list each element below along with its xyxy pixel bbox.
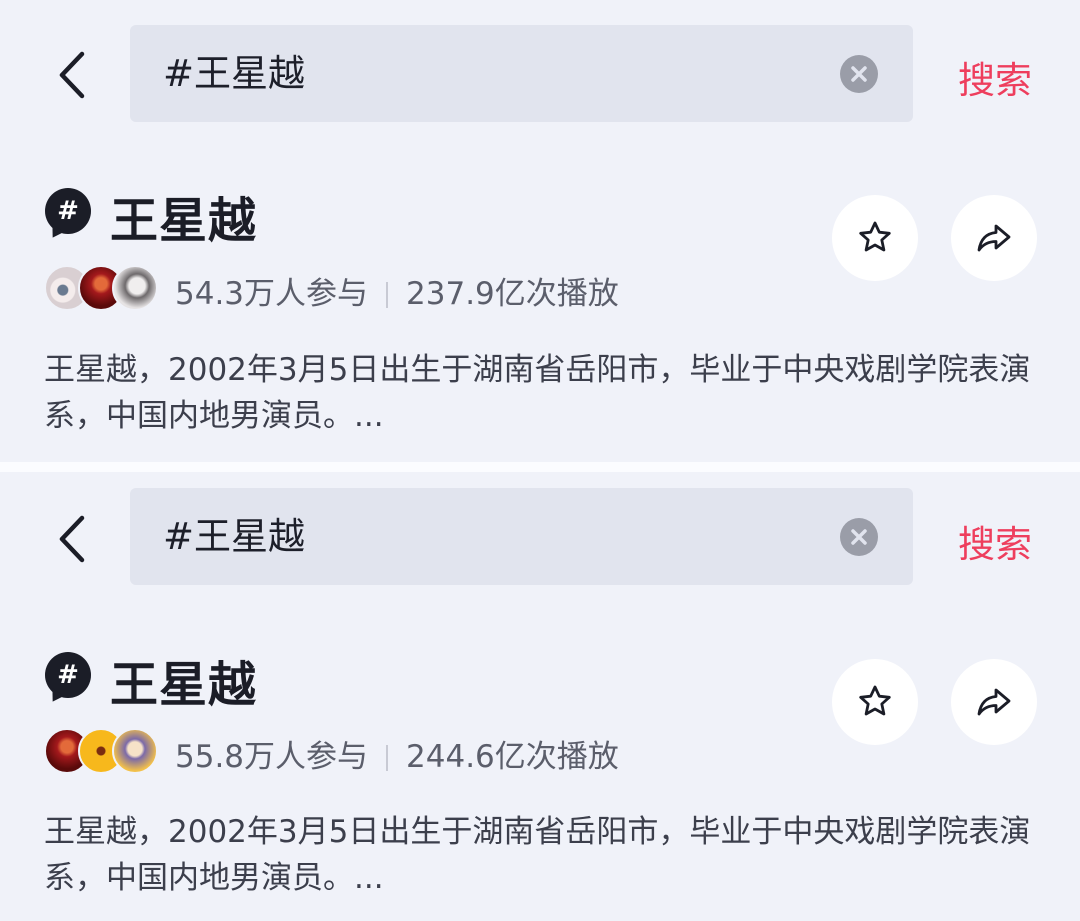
topic-panel-2: #王星越 搜索 # 王星越 55.8万人参与 244.6亿次播放 王星越，2002…: [0, 472, 1080, 921]
star-icon: [859, 685, 891, 716]
topic-stats: 54.3万人参与 237.9亿次播放: [175, 268, 619, 313]
stats-divider: [386, 282, 389, 308]
search-button[interactable]: 搜索: [958, 514, 1032, 568]
search-input[interactable]: #王星越: [130, 25, 913, 122]
share-icon: [977, 688, 1011, 716]
search-query: #王星越: [163, 52, 306, 95]
panel-divider: [0, 462, 1080, 472]
hashtag-icon: #: [45, 652, 91, 698]
participant-count: 54.3万人参与: [175, 276, 369, 312]
share-icon: [977, 224, 1011, 252]
participant-avatars: [44, 265, 162, 311]
search-input[interactable]: #王星越: [130, 488, 913, 585]
share-button[interactable]: [951, 659, 1037, 745]
search-button[interactable]: 搜索: [958, 50, 1032, 104]
clear-icon[interactable]: [840, 55, 878, 93]
back-arrow-icon[interactable]: [46, 509, 96, 569]
play-count: 244.6亿次播放: [406, 739, 619, 775]
topic-description: 王星越，2002年3月5日出生于湖南省岳阳市，毕业于中央戏剧学院表演系，中国内地…: [44, 814, 1031, 896]
favorite-button[interactable]: [832, 195, 918, 281]
play-count: 237.9亿次播放: [406, 276, 619, 312]
star-icon: [859, 221, 891, 252]
avatar: [112, 265, 158, 311]
clear-icon[interactable]: [840, 518, 878, 556]
topic-panel-1: #王星越 搜索 # 王星越 54.3万人参与 237.9亿次播放 王星越，2002…: [0, 0, 1080, 462]
favorite-button[interactable]: [832, 659, 918, 745]
topic-title: 王星越: [110, 657, 258, 713]
share-button[interactable]: [951, 195, 1037, 281]
avatar: [112, 728, 158, 774]
participant-avatars: [44, 728, 162, 774]
topic-description: 王星越，2002年3月5日出生于湖南省岳阳市，毕业于中央戏剧学院表演系，中国内地…: [44, 352, 1031, 434]
topic-title: 王星越: [110, 193, 258, 249]
hashtag-icon: #: [45, 188, 91, 234]
participant-count: 55.8万人参与: [175, 739, 369, 775]
topic-stats: 55.8万人参与 244.6亿次播放: [175, 731, 619, 776]
back-arrow-icon[interactable]: [46, 45, 96, 105]
search-query: #王星越: [163, 515, 306, 558]
stats-divider: [386, 745, 389, 771]
